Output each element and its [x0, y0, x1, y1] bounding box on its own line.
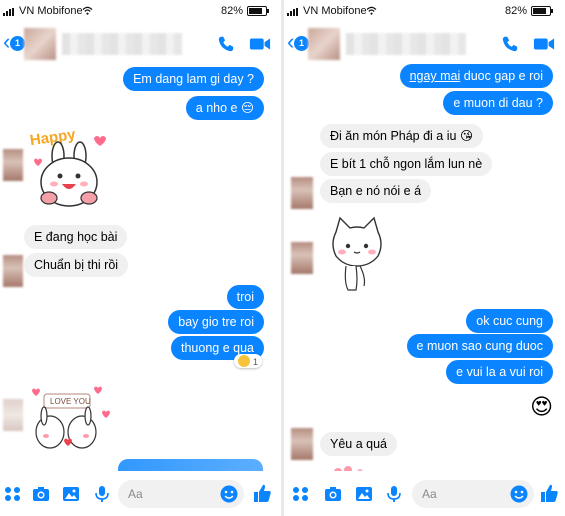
- contact-avatar-small: [3, 149, 23, 181]
- message-list: ngay mai duoc gap e roi e muon di dau ? …: [284, 64, 565, 476]
- contact-avatar-small: [3, 399, 23, 431]
- video-camera-icon[interactable]: [533, 36, 555, 52]
- signal-icon: [287, 8, 301, 16]
- carrier-name: VN Mobifone: [19, 5, 83, 17]
- message-list: Em dang lam gi day ? a nho e 😔 Happy E đ…: [0, 64, 281, 471]
- composer-bar: Aa: [0, 471, 281, 516]
- unread-badge: 1: [294, 36, 309, 51]
- message-bubble-in[interactable]: Chuẩn bị thi rồi: [24, 253, 129, 277]
- message-input[interactable]: Aa: [118, 480, 244, 508]
- contact-name-redacted[interactable]: [346, 33, 466, 55]
- message-bubble-in[interactable]: Bạn e nó nói e á: [320, 179, 432, 203]
- gallery-icon[interactable]: [355, 485, 373, 503]
- contact-avatar-small: [291, 242, 313, 274]
- status-bar: VN Mobifone 82%: [284, 0, 565, 22]
- phone-icon[interactable]: [501, 35, 519, 53]
- message-bubble-in[interactable]: E đang học bài: [24, 225, 128, 249]
- contact-name-redacted[interactable]: [62, 33, 182, 55]
- message-bubble-out[interactable]: troi: [226, 285, 264, 309]
- message-bubble-out[interactable]: Em dang lam gi day ?: [123, 67, 264, 91]
- happy-bunny-sticker[interactable]: Happy: [24, 124, 114, 214]
- microphone-icon[interactable]: [385, 485, 403, 503]
- message-bubble-out[interactable]: e muon di dau ?: [443, 91, 553, 115]
- phone-icon[interactable]: [217, 35, 235, 53]
- message-bubble-out[interactable]: a nho e 😔: [185, 96, 264, 120]
- message-bubble-out[interactable]: ngay mai duoc gap e roi: [399, 64, 553, 88]
- more-options-icon[interactable]: [292, 485, 310, 503]
- microphone-icon[interactable]: [93, 485, 111, 503]
- signal-icon: [3, 8, 17, 16]
- more-options-icon[interactable]: [4, 485, 22, 503]
- composer-bar: Aa: [284, 471, 565, 516]
- battery-icon: [531, 6, 553, 16]
- emoji-smile-icon[interactable]: [220, 485, 238, 503]
- contact-avatar-small: [291, 428, 313, 460]
- message-bubble-in[interactable]: Yêu a quá: [320, 432, 397, 456]
- white-cat-sticker[interactable]: [326, 214, 388, 294]
- thumbs-up-icon[interactable]: [539, 482, 559, 504]
- thumbs-up-icon[interactable]: [252, 482, 272, 504]
- contact-avatar[interactable]: [24, 28, 56, 60]
- message-bubble-out[interactable]: ok cuc cung: [466, 309, 553, 333]
- video-camera-icon[interactable]: [249, 36, 271, 52]
- date-link[interactable]: ngay mai: [410, 69, 461, 83]
- gallery-icon[interactable]: [62, 485, 80, 503]
- battery-percent: 82%: [220, 5, 243, 17]
- sticker-caption: LOVE YOU: [50, 397, 91, 406]
- message-reaction[interactable]: 1: [234, 354, 262, 368]
- battery-percent: 82%: [504, 5, 527, 17]
- camera-icon[interactable]: [324, 485, 342, 503]
- contact-avatar-small: [291, 177, 313, 209]
- message-text: duoc gap e roi: [460, 69, 543, 83]
- message-bubble-out[interactable]: e vui la a vui roi: [446, 360, 553, 384]
- right-chat-screen: VN Mobifone 82% ‹ 1 ngay mai duoc gap e …: [284, 0, 565, 516]
- camera-icon[interactable]: [32, 485, 50, 503]
- conversation-header: ‹ 1: [284, 22, 565, 64]
- message-input[interactable]: Aa: [412, 480, 534, 508]
- message-input-placeholder: Aa: [128, 487, 143, 501]
- wifi-icon: [366, 6, 377, 15]
- love-you-bunnies-sticker[interactable]: LOVE YOU: [24, 382, 114, 462]
- contact-avatar[interactable]: [308, 28, 340, 60]
- message-bubble-in[interactable]: Đi ăn món Pháp đi a iu 😘: [320, 124, 483, 148]
- reaction-count: 1: [252, 357, 258, 367]
- unread-badge: 1: [10, 36, 25, 51]
- battery-icon: [247, 6, 269, 16]
- contact-avatar-small: [3, 255, 23, 287]
- heart-eyes-emoji-icon: [238, 355, 251, 367]
- message-bubble-out[interactable]: e muon sao cung duoc: [406, 334, 553, 358]
- carrier-name: VN Mobifone: [303, 5, 367, 17]
- emoji-smile-icon[interactable]: [510, 485, 528, 503]
- message-bubble-in[interactable]: E bít 1 chỗ ngon lắm lun nè: [320, 152, 493, 176]
- status-bar: VN Mobifone 82%: [0, 0, 281, 22]
- message-bubble-out[interactable]: bay gio tre roi: [168, 310, 264, 334]
- wifi-icon: [82, 6, 93, 15]
- left-chat-screen: VN Mobifone 82% ‹ 1 Em dang lam gi day ?…: [0, 0, 281, 516]
- sticker-caption: Happy: [29, 126, 77, 149]
- message-input-placeholder: Aa: [422, 487, 437, 501]
- message-bubble-out-partial: [118, 459, 263, 471]
- conversation-header: ‹ 1: [0, 22, 281, 64]
- heart-eyes-emoji-message[interactable]: 😍: [530, 394, 553, 420]
